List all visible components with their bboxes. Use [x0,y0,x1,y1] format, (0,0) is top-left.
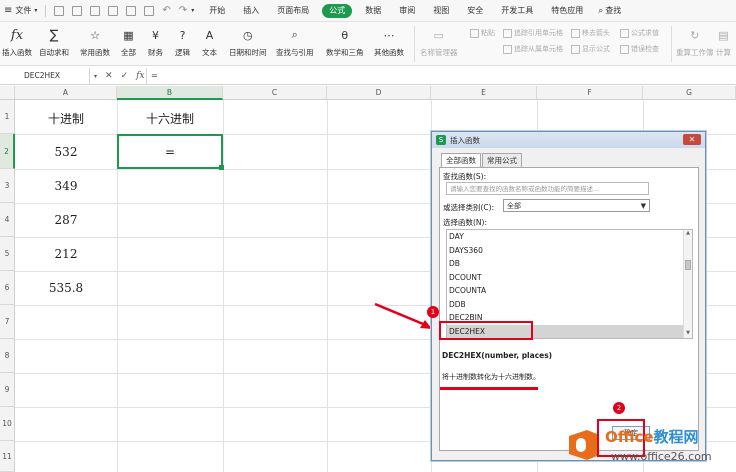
watermark-url: www.office26.com [611,450,712,463]
list-item[interactable]: DCOUNTA [447,284,692,298]
scroll-down-icon[interactable]: ▼ [684,330,692,338]
search-function-label: 查找函数(S): [443,172,487,181]
function-description: 将十进制数转化为十六进制数。 [442,373,540,381]
scroll-up-icon[interactable]: ▲ [684,230,692,238]
step-badge-2: 2 [613,402,625,414]
annotation-underline [440,387,538,390]
watermark-brand-a: Office [605,428,654,446]
annotation-highlight-1 [439,321,533,340]
tab-common-formulas[interactable]: 常用公式 [482,153,522,167]
scroll-thumb[interactable] [685,260,691,270]
select-function-label: 选择函数(N): [443,218,487,227]
watermark-brand-b: 教程网 [653,428,699,446]
list-item[interactable]: DDB [447,298,692,312]
tab-all-functions[interactable]: 全部函数 [441,153,481,168]
list-item[interactable]: DAY [447,230,692,244]
category-select[interactable]: 全部 ▼ [503,199,650,212]
list-item[interactable]: DB [447,257,692,271]
annotation-arrow-1 [374,302,429,328]
category-label: 或选择类别(C): [443,203,495,212]
step-badge-1: 1 [427,306,439,318]
search-function-input[interactable]: 请输入您要查找的函数名称或函数功能的简要描述... [446,182,649,195]
function-signature: DEC2HEX(number, places) [442,351,553,360]
chevron-down-icon: ▼ [640,202,646,210]
close-button[interactable]: ✕ [683,134,701,145]
list-scrollbar[interactable]: ▲ ▼ [683,230,692,338]
list-item[interactable]: DAYS360 [447,244,692,258]
insert-function-dialog: S 插入函数 ✕ 全部函数 常用公式 查找函数(S): 请输入您要查找的函数名称… [431,131,706,461]
dialog-title: 插入函数 [450,135,480,145]
office-logo-icon [569,430,597,460]
list-item[interactable]: DCOUNT [447,271,692,285]
dialog-titlebar[interactable]: S 插入函数 ✕ [432,132,705,148]
category-value: 全部 [507,202,521,210]
screen: ≡ 文件 ▾ ↶ ↷ ▾ 开始 插入 页面布局 公式 数据 审阅 视图 安全 开… [0,0,736,472]
app-logo-icon: S [436,135,446,145]
watermark: Office教程网 www.office26.com [565,420,736,472]
watermark-brand: Office教程网 [605,426,699,447]
